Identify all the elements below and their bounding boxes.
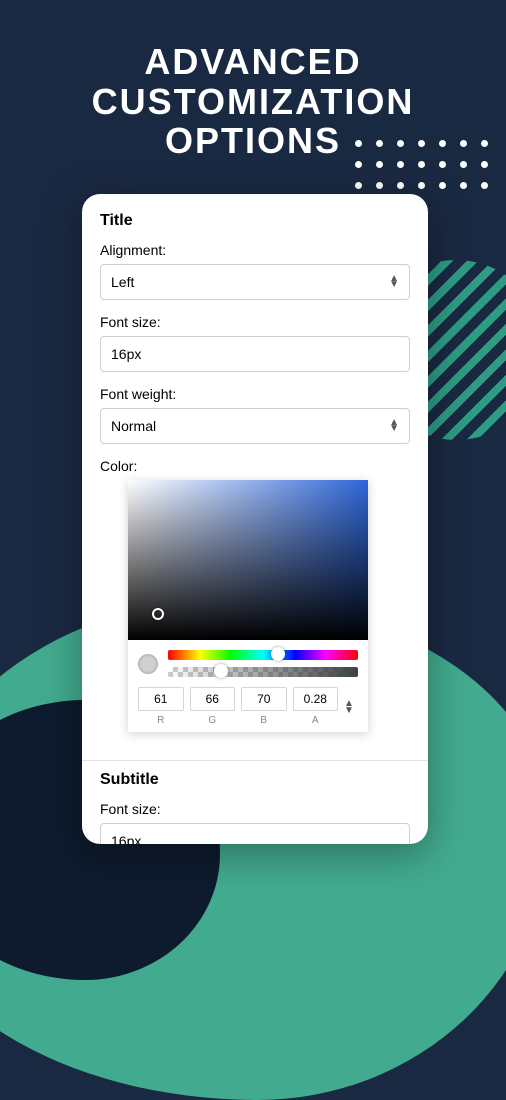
color-a-input[interactable]: 0.28 [293,687,339,711]
color-b-label: B [241,715,287,726]
current-color-swatch [138,654,158,674]
fontsize-label: Font size: [100,314,410,330]
hue-slider[interactable] [168,650,358,660]
chevron-updown-icon: ▲▼ [389,276,399,288]
fontweight-select[interactable]: Normal ▲▼ [100,408,410,444]
color-saturation-area[interactable] [128,480,368,640]
settings-card: Title Alignment: Left ▲▼ Font size: 16px… [82,194,428,844]
fontweight-label: Font weight: [100,386,410,402]
alpha-handle[interactable] [214,664,228,678]
alignment-label: Alignment: [100,242,410,258]
subtitle-fontsize-input[interactable]: 16px [100,823,410,844]
alpha-slider[interactable] [168,667,358,677]
color-label: Color: [100,458,410,474]
subtitle-fontsize-value: 16px [111,833,141,844]
color-r-label: R [138,715,184,726]
fontsize-value: 16px [111,346,141,362]
color-a-label: A [293,715,339,726]
section-divider [82,760,428,761]
color-r-input[interactable]: 61 [138,687,184,711]
fontsize-input[interactable]: 16px [100,336,410,372]
color-g-input[interactable]: 66 [190,687,236,711]
alignment-value: Left [111,274,134,290]
fontweight-value: Normal [111,418,156,434]
alignment-select[interactable]: Left ▲▼ [100,264,410,300]
subtitle-fontsize-label: Font size: [100,801,410,817]
hue-handle[interactable] [271,647,285,661]
section-title-subtitle: Subtitle [100,771,410,789]
section-title-title: Title [100,212,410,230]
page-title: ADVANCED CUSTOMIZATION OPTIONS [0,0,506,161]
chevron-updown-icon: ▲▼ [389,420,399,432]
color-picker: 61 R 66 G 70 B 0.28 A ▲▼ [128,480,368,732]
color-b-input[interactable]: 70 [241,687,287,711]
color-mode-toggle[interactable]: ▲▼ [344,700,358,714]
color-g-label: G [190,715,236,726]
color-cursor[interactable] [152,608,164,620]
